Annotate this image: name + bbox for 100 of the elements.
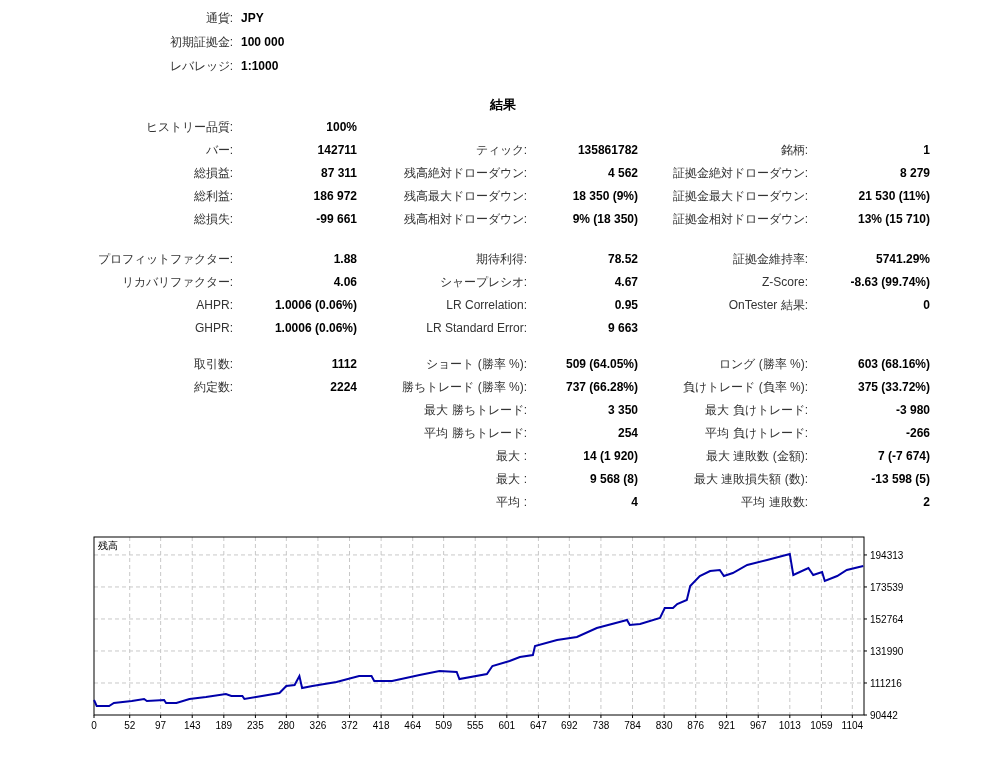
- stat-label: OnTester 結果:: [728, 296, 808, 314]
- stat-label: 残高相対ドローダウン:: [403, 210, 527, 228]
- stat-value: 135861782: [577, 141, 638, 159]
- stat-value: 375 (33.72%): [857, 378, 930, 396]
- x-tick-label: 738: [592, 720, 610, 731]
- stat-value: 9% (18 350): [572, 210, 638, 228]
- x-tick-label: 784: [624, 720, 641, 731]
- y-tick-label: 131990: [870, 646, 904, 657]
- stat-label: バー:: [205, 141, 233, 159]
- stat-label: 取引数:: [193, 355, 233, 373]
- stat-value: 0.95: [614, 296, 638, 314]
- field-value: JPY: [241, 10, 264, 27]
- stat-value: -3 980: [895, 401, 930, 419]
- stat-label: ティック:: [475, 141, 527, 159]
- x-tick-label: 464: [404, 720, 422, 731]
- stat-value: 4.67: [614, 273, 638, 291]
- x-tick-label: 418: [372, 720, 390, 731]
- stat-label: 総利益:: [193, 187, 233, 205]
- stat-value: 9 663: [607, 319, 638, 337]
- x-tick-label: 189: [215, 720, 233, 731]
- stat-value: -266: [905, 424, 930, 442]
- y-tick-label: 111216: [870, 678, 902, 689]
- stat-value: 737 (66.28%): [565, 378, 638, 396]
- stat-value: -99 661: [316, 210, 357, 228]
- field-label: 初期証拠金:: [169, 34, 233, 51]
- stat-label: GHPR:: [195, 319, 233, 337]
- x-tick-label: 967: [749, 720, 767, 731]
- x-tick-label: 235: [247, 720, 264, 731]
- x-tick-label: 1104: [841, 720, 864, 731]
- stat-label: 証拠金最大ドローダウン:: [672, 187, 808, 205]
- stat-value: 1112: [331, 355, 357, 373]
- stat-label: LR Standard Error:: [426, 319, 527, 337]
- stat-value: -8.63 (99.74%): [850, 273, 930, 291]
- stat-value: 5741.29%: [875, 250, 930, 268]
- stat-label: 最大 勝ちトレード:: [424, 401, 527, 419]
- stat-value: 142711: [317, 141, 357, 159]
- stat-value: 18 350 (9%): [572, 187, 638, 205]
- stat-value: 9 568 (8): [589, 470, 638, 488]
- x-tick-label: 830: [655, 720, 673, 731]
- stat-label: 総損失:: [193, 210, 233, 228]
- stat-label: ショート (勝率 %):: [426, 355, 527, 373]
- stat-value: 254: [617, 424, 638, 442]
- x-tick-label: 601: [498, 720, 516, 731]
- stat-value: 2: [923, 493, 930, 511]
- stat-label: Z-Score:: [762, 273, 808, 291]
- x-tick-label: 52: [124, 720, 136, 731]
- stat-label: 証拠金相対ドローダウン:: [672, 210, 808, 228]
- stat-value: 4: [631, 493, 638, 511]
- stat-label: ロング (勝率 %):: [719, 355, 808, 373]
- stat-value: 87 311: [320, 164, 357, 182]
- stat-label: 証拠金維持率:: [732, 250, 808, 268]
- x-tick-label: 1059: [810, 720, 833, 731]
- stat-label: プロフィットファクター:: [97, 250, 233, 268]
- stat-label: 負けトレード (負率 %):: [683, 378, 808, 396]
- field-label: レバレッジ:: [169, 58, 233, 75]
- stat-label: 約定数:: [193, 378, 233, 396]
- field-value: 100 000: [241, 34, 285, 51]
- stat-value: -13 598 (5): [871, 470, 930, 488]
- stat-value: 186 972: [313, 187, 357, 205]
- stat-value: 2224: [330, 378, 357, 396]
- stat-label: ヒストリー品質:: [145, 118, 233, 136]
- field-label: 通貨:: [205, 10, 233, 27]
- x-tick-label: 326: [309, 720, 327, 731]
- stat-label: 最大 :: [496, 447, 527, 465]
- stat-value: 1.0006 (0.06%): [274, 319, 357, 337]
- stat-label: 最大 :: [496, 470, 527, 488]
- x-tick-label: 97: [155, 720, 167, 731]
- stat-label: LR Correlation:: [446, 296, 527, 314]
- y-tick-label: 173539: [870, 581, 904, 593]
- stat-value: 509 (64.05%): [565, 355, 638, 373]
- stat-label: AHPR:: [196, 296, 233, 314]
- x-tick-label: 692: [561, 720, 578, 731]
- x-tick-label: 1013: [778, 720, 801, 731]
- stat-label: 最大 連敗損失額 (数):: [694, 470, 808, 488]
- stat-label: 平均 勝ちトレード:: [424, 424, 527, 442]
- x-tick-label: 280: [278, 720, 295, 731]
- stat-value: 7 (-7 674): [877, 447, 930, 465]
- stat-value: 21 530 (11%): [858, 187, 930, 205]
- stat-label: 最大 負けトレード:: [705, 401, 808, 419]
- y-tick-label: 152764: [870, 613, 904, 625]
- stat-label: 残高最大ドローダウン:: [403, 187, 527, 205]
- stat-label: 総損益:: [193, 164, 233, 182]
- x-tick-label: 647: [530, 720, 547, 731]
- stat-value: 13% (15 710): [857, 210, 930, 228]
- stat-label: 銘柄:: [780, 141, 808, 159]
- stat-label: シャープレシオ:: [439, 273, 527, 291]
- stat-label: リカバリファクター:: [121, 273, 233, 291]
- y-tick-label: 194313: [870, 549, 904, 561]
- y-tick-label: 90442: [870, 710, 898, 721]
- stat-label: 勝ちトレード (勝率 %):: [402, 378, 527, 396]
- stat-value: 1: [923, 141, 930, 159]
- stat-label: 証拠金絶対ドローダウン:: [672, 164, 808, 182]
- stat-value: 0: [923, 296, 930, 314]
- stat-label: 平均 負けトレード:: [705, 424, 808, 442]
- stat-value: 4.06: [333, 273, 357, 291]
- legend-label: 残高: [98, 540, 118, 551]
- section-title: 結果: [489, 96, 516, 115]
- x-tick-label: 509: [435, 720, 452, 731]
- stat-value: 100%: [326, 118, 357, 136]
- stat-label: 平均 連敗数:: [741, 493, 808, 511]
